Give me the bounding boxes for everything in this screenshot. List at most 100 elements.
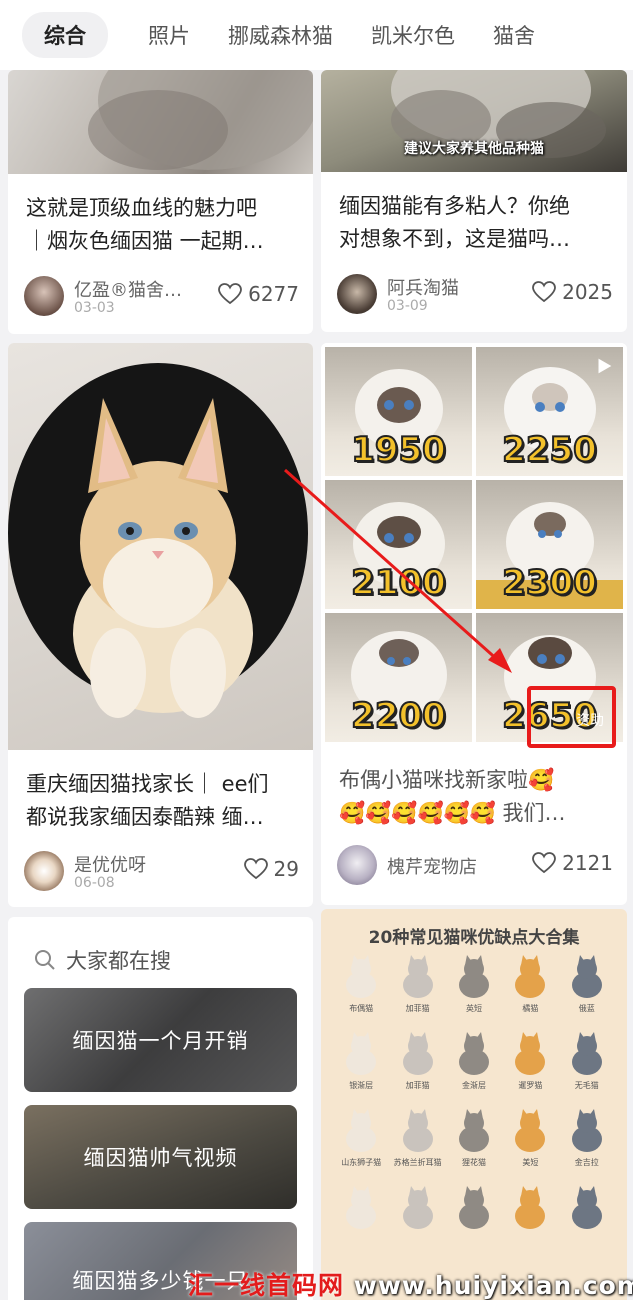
cat-breed-item: 狸花猫 bbox=[446, 1107, 502, 1168]
like-count: 2025 bbox=[562, 280, 613, 304]
cat-breed-item bbox=[502, 1184, 558, 1234]
search-chip[interactable]: 缅因猫帅气视频 bbox=[24, 1105, 297, 1209]
cat-icon bbox=[458, 1109, 489, 1152]
category-tabs: 综合 照片 挪威森林猫 凯米尔色 猫舍 bbox=[0, 0, 633, 70]
avatar[interactable] bbox=[337, 274, 377, 314]
price-label: 2250 bbox=[501, 429, 598, 471]
like-count: 6277 bbox=[248, 282, 299, 306]
note-title: 缅因猫能有多粘人？你绝 对想象不到，这是猫吗… bbox=[339, 194, 570, 251]
cat-breed-label: 无毛猫 bbox=[574, 1081, 599, 1090]
note-card-4[interactable]: 1950 2250 2100 2300 2200 2650 布偶小猫咪找新家啦🥰… bbox=[321, 343, 627, 905]
author-name[interactable]: 阿兵淘猫 bbox=[387, 274, 459, 300]
cat-breed-item: 金渐层 bbox=[446, 1030, 502, 1091]
search-heading: 大家都在搜 bbox=[34, 945, 171, 975]
cat-breed-item: 加菲猫 bbox=[389, 953, 445, 1014]
note-card-3[interactable]: 重庆缅因猫找家长｜ ee们 都说我家缅因泰酷辣 缅… 是优优呀 06-08 29 bbox=[8, 343, 313, 907]
cat-tile: 2250 bbox=[476, 347, 623, 476]
image-caption: 建议大家养其他品种猫 bbox=[404, 141, 544, 157]
annotation-highlight-box: 资助 bbox=[527, 686, 616, 748]
cat-breed-label: 狸花猫 bbox=[461, 1158, 486, 1167]
cat-breed-item: 山东狮子猫 bbox=[333, 1107, 389, 1168]
note-image bbox=[8, 343, 313, 750]
cat-icon bbox=[458, 1186, 489, 1229]
heart-icon bbox=[532, 852, 556, 874]
cat-icon bbox=[458, 955, 489, 998]
cat-tile: 2100 bbox=[325, 480, 472, 609]
note-title: 布偶小猫咪找新家啦🥰 🥰🥰🥰🥰🥰🥰 我们… bbox=[339, 768, 566, 825]
cat-breed-grid: 布偶猫 加菲猫 英短 橘猫 俄蓝 银渐层 加菲猫 金渐层 暹罗猫 无毛猫 山东狮子猫 苏格兰折耳猫 狸花… bbox=[333, 953, 615, 1234]
cat-breed-item: 金吉拉 bbox=[559, 1107, 615, 1168]
cat-breed-label: 金渐层 bbox=[461, 1081, 486, 1090]
post-date: 06-08 bbox=[74, 875, 115, 891]
search-icon bbox=[35, 950, 55, 970]
post-date: 03-09 bbox=[387, 298, 428, 314]
author-name[interactable]: 是优优呀 bbox=[74, 851, 146, 877]
play-icon bbox=[598, 358, 612, 374]
price-label: 2100 bbox=[350, 562, 447, 604]
cat-breed-label: 美短 bbox=[522, 1158, 539, 1167]
sponsored-badge: 资助 bbox=[576, 713, 604, 729]
cat-breed-label: 俄蓝 bbox=[578, 1004, 595, 1013]
cat-icon bbox=[458, 1032, 489, 1075]
note-card-1[interactable]: 这就是顶级血线的魅力吧 ｜烟灰色缅因猫 一起期… 亿盈®猫舍… 03-03 62… bbox=[8, 70, 313, 334]
cat-breed-item bbox=[389, 1184, 445, 1234]
like-button[interactable]: 2025 bbox=[532, 280, 613, 304]
search-suggestions-card: 大家都在搜 缅因猫一个月开销 缅因猫帅气视频 缅因猫多少钱一只 bbox=[8, 917, 313, 1300]
watermark: 汇一线首码网 www.huiyixian.com bbox=[188, 1271, 633, 1300]
like-button[interactable]: 6277 bbox=[218, 282, 299, 306]
cat-breed-item: 橘猫 bbox=[502, 953, 558, 1014]
price-label: 1950 bbox=[350, 429, 447, 471]
cat-breed-label: 英短 bbox=[465, 1004, 482, 1013]
tab-cattery[interactable]: 猫舍 bbox=[493, 20, 535, 50]
note-title: 这就是顶级血线的魅力吧 ｜烟灰色缅因猫 一起期… bbox=[26, 196, 264, 253]
author-name[interactable]: 亿盈®猫舍… bbox=[74, 276, 182, 302]
avatar[interactable] bbox=[24, 276, 64, 316]
note-card-2[interactable]: 建议大家养其他品种猫 缅因猫能有多粘人？你绝 对想象不到，这是猫吗… 阿兵淘猫 … bbox=[321, 70, 627, 332]
cat-icon bbox=[402, 1109, 433, 1152]
cat-icon bbox=[346, 1186, 377, 1229]
cat-breed-item: 俄蓝 bbox=[559, 953, 615, 1014]
like-count: 2121 bbox=[562, 851, 613, 875]
cat-tile: 1950 bbox=[325, 347, 472, 476]
note-card-5[interactable]: 20种常见猫咪优缺点大合集 布偶猫 加菲猫 英短 橘猫 俄蓝 银渐层 加菲猫 金渐层 暹罗猫 无毛… bbox=[321, 909, 627, 1300]
cat-icon bbox=[515, 1186, 546, 1229]
cat-breed-label: 银渐层 bbox=[349, 1081, 374, 1090]
cat-icon bbox=[571, 1032, 602, 1075]
tab-comprehensive[interactable]: 综合 bbox=[22, 12, 108, 58]
search-chip[interactable]: 缅因猫一个月开销 bbox=[24, 988, 297, 1092]
infographic-title: 20种常见猫咪优缺点大合集 bbox=[368, 928, 580, 948]
cat-icon bbox=[346, 955, 377, 998]
heart-icon bbox=[243, 858, 268, 880]
cat-breed-label: 布偶猫 bbox=[349, 1004, 374, 1013]
cat-icon bbox=[515, 1109, 546, 1152]
cat-breed-label: 山东狮子猫 bbox=[341, 1158, 382, 1167]
cat-breed-item bbox=[559, 1184, 615, 1234]
cat-breed-label: 金吉拉 bbox=[574, 1158, 599, 1167]
like-button[interactable]: 2121 bbox=[532, 851, 613, 875]
tab-cameo-color[interactable]: 凯米尔色 bbox=[371, 20, 455, 50]
avatar[interactable] bbox=[24, 851, 64, 891]
price-label: 2200 bbox=[350, 695, 447, 737]
heart-icon bbox=[218, 283, 242, 305]
like-button[interactable]: 29 bbox=[243, 857, 299, 881]
author-name[interactable]: 槐芹宠物店 bbox=[387, 853, 477, 879]
cat-breed-label: 暹罗猫 bbox=[518, 1081, 543, 1090]
heart-icon bbox=[532, 281, 556, 303]
price-label: 2300 bbox=[501, 562, 598, 604]
note-title: 重庆缅因猫找家长｜ ee们 都说我家缅因泰酷辣 缅… bbox=[26, 772, 269, 829]
avatar[interactable] bbox=[337, 845, 377, 885]
cat-icon bbox=[571, 1109, 602, 1152]
cat-breed-item bbox=[446, 1184, 502, 1234]
tab-photos[interactable]: 照片 bbox=[148, 20, 190, 50]
cat-icon bbox=[346, 1109, 377, 1152]
cat-icon bbox=[571, 1186, 602, 1229]
cat-icon bbox=[515, 1032, 546, 1075]
note-image: 建议大家养其他品种猫 bbox=[321, 70, 627, 172]
cat-tile: 2200 bbox=[325, 613, 472, 742]
cat-breed-item: 银渐层 bbox=[333, 1030, 389, 1091]
tab-norwegian-forest-cat[interactable]: 挪威森林猫 bbox=[228, 20, 333, 50]
cat-icon bbox=[402, 1032, 433, 1075]
cat-breed-item: 苏格兰折耳猫 bbox=[389, 1107, 445, 1168]
cat-breed-label: 橘猫 bbox=[522, 1004, 539, 1013]
cat-breed-item: 暹罗猫 bbox=[502, 1030, 558, 1091]
